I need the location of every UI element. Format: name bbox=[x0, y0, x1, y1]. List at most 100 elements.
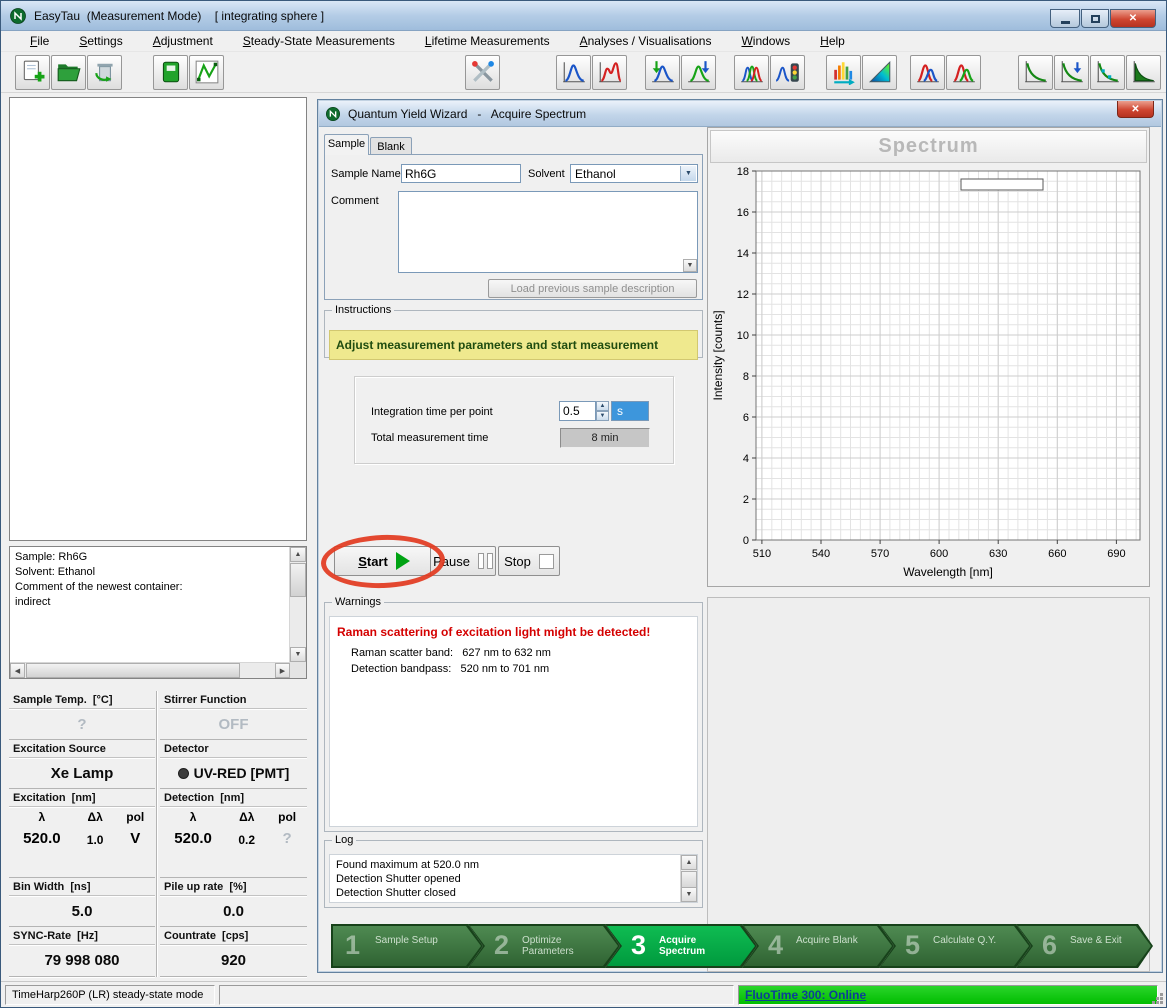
step-1-sample-setup[interactable]: 1 Sample Setup bbox=[331, 924, 483, 968]
excitation-lambda: 520.0 bbox=[9, 830, 75, 847]
anisotropy-red-green-button[interactable] bbox=[946, 55, 981, 90]
minimize-button[interactable] bbox=[1050, 9, 1080, 28]
log-title: Log bbox=[332, 834, 356, 846]
multi-spectra-button[interactable] bbox=[734, 55, 769, 90]
step-number: 2 bbox=[494, 930, 509, 961]
integration-time-stepper[interactable]: ▲ ▼ bbox=[596, 401, 609, 421]
pileup-panel: Pile up rate [%] 0.0 bbox=[160, 878, 307, 927]
menu-analyses[interactable]: Analyses / Visualisations bbox=[565, 32, 727, 50]
scroll-thumb[interactable] bbox=[26, 663, 240, 678]
sync-rate-value: 79 998 080 bbox=[9, 952, 155, 969]
resize-grip-icon[interactable] bbox=[1152, 993, 1164, 1005]
anisotropy-red-blue-button[interactable] bbox=[910, 55, 945, 90]
maximize-button[interactable] bbox=[1081, 9, 1109, 28]
spin-down-icon[interactable]: ▼ bbox=[596, 411, 609, 421]
scroll-down-icon[interactable]: ▼ bbox=[290, 647, 306, 662]
step-2-optimize-parameters[interactable]: 2 Optimize Parameters bbox=[468, 924, 620, 968]
decay-acquire-button[interactable] bbox=[1054, 55, 1089, 90]
wizard-close-button[interactable]: ✕ bbox=[1117, 101, 1154, 118]
comment-textarea[interactable] bbox=[398, 191, 698, 273]
menu-lifetime[interactable]: Lifetime Measurements bbox=[410, 32, 565, 50]
excitation-source-panel: Excitation Source Xe Lamp bbox=[9, 740, 155, 789]
step-4-acquire-blank[interactable]: 4 Acquire Blank bbox=[742, 924, 894, 968]
info-horizontal-scrollbar[interactable]: ◀ ▶ bbox=[10, 662, 290, 678]
pileup-label: Pile up rate [%] bbox=[160, 878, 307, 896]
svg-text:8: 8 bbox=[743, 371, 749, 383]
integration-unit-select[interactable]: s bbox=[611, 401, 649, 421]
gradient-map-button[interactable] bbox=[862, 55, 897, 90]
step-6-save-exit[interactable]: 6 Save & Exit bbox=[1016, 924, 1153, 968]
instructions-groupbox: Instructions Adjust measurement paramete… bbox=[324, 304, 703, 358]
comment-label: Comment bbox=[331, 195, 379, 207]
svg-text:630: 630 bbox=[989, 548, 1007, 560]
measurement-list[interactable] bbox=[9, 97, 307, 541]
tab-sample[interactable]: Sample bbox=[324, 134, 369, 155]
info-vertical-scrollbar[interactable]: ▲ ▼ bbox=[289, 547, 306, 662]
menu-settings[interactable]: Settings bbox=[64, 32, 137, 50]
gradient-map-icon bbox=[867, 59, 893, 85]
decay-curve-button[interactable] bbox=[1018, 55, 1053, 90]
solvent-select[interactable]: Ethanol ▼ bbox=[570, 164, 698, 183]
log-scrollbar[interactable]: ▲ ▼ bbox=[680, 855, 697, 902]
sample-name-input[interactable] bbox=[401, 164, 521, 183]
excitation-source-label: Excitation Source bbox=[9, 740, 155, 758]
scroll-right-icon[interactable]: ▶ bbox=[275, 663, 290, 678]
menu-steady-state[interactable]: Steady-State Measurements bbox=[228, 32, 410, 50]
scroll-up-icon[interactable]: ▲ bbox=[290, 547, 306, 562]
scroll-thumb[interactable] bbox=[290, 563, 306, 597]
menu-windows[interactable]: Windows bbox=[726, 32, 805, 50]
emission-spectrum-button[interactable] bbox=[592, 55, 627, 90]
comment-scroll-down-icon[interactable]: ▼ bbox=[683, 259, 697, 272]
svg-text:570: 570 bbox=[871, 548, 889, 560]
menu-adjustment[interactable]: Adjustment bbox=[138, 32, 228, 50]
wizard-titlebar: Quantum Yield Wizard - Acquire Spectrum … bbox=[319, 101, 1161, 127]
decay-filled-button[interactable] bbox=[1126, 55, 1161, 90]
detector-value: UV-RED [PMT] bbox=[194, 765, 290, 781]
step-3-acquire-spectrum[interactable]: 3 Acquire Spectrum bbox=[605, 924, 757, 968]
step-label: Acquire Blank bbox=[796, 935, 876, 946]
delete-button[interactable] bbox=[87, 55, 122, 90]
titlebar: EasyTau (Measurement Mode) [ integrating… bbox=[1, 1, 1166, 31]
integration-time-input[interactable] bbox=[559, 401, 596, 421]
excitation-spectrum-icon bbox=[561, 59, 587, 85]
step-5-calculate-qy[interactable]: 5 Calculate Q.Y. bbox=[879, 924, 1031, 968]
step-label: Optimize Parameters bbox=[522, 935, 602, 957]
anisotropy-red-green-icon bbox=[951, 59, 977, 85]
stop-icon bbox=[539, 554, 554, 569]
emission-scan-button[interactable] bbox=[681, 55, 716, 90]
parameters-panel: Integration time per point ▲ ▼ s Total m… bbox=[354, 376, 674, 464]
spectrum-chart-panel: Spectrum 5105405706006306606900246810121… bbox=[707, 127, 1150, 587]
decay-markers-button[interactable] bbox=[1090, 55, 1125, 90]
time-resolved-spectra-button[interactable] bbox=[826, 55, 861, 90]
adjustment-tools-button[interactable] bbox=[465, 55, 500, 90]
spin-up-icon[interactable]: ▲ bbox=[596, 401, 609, 411]
load-previous-sample-label: Load previous sample description bbox=[511, 283, 675, 295]
stop-button[interactable]: Stop bbox=[498, 546, 560, 576]
scroll-up-icon[interactable]: ▲ bbox=[681, 855, 697, 870]
warning-line: Raman scatter band: 627 nm to 632 nm bbox=[351, 645, 697, 661]
load-previous-sample-button[interactable]: Load previous sample description bbox=[488, 279, 697, 298]
detection-label: Detection [nm] bbox=[160, 789, 307, 807]
trace-editor-button[interactable] bbox=[189, 55, 224, 90]
log-line: Detection Shutter closed bbox=[330, 886, 697, 900]
new-measurement-button[interactable] bbox=[15, 55, 50, 90]
integration-time-label: Integration time per point bbox=[371, 406, 493, 418]
sample-changer-button[interactable] bbox=[153, 55, 188, 90]
svg-text:12: 12 bbox=[737, 289, 749, 301]
menu-help[interactable]: Help bbox=[805, 32, 860, 50]
chevron-down-icon[interactable]: ▼ bbox=[680, 166, 696, 181]
excitation-spectrum-button[interactable] bbox=[556, 55, 591, 90]
tab-blank[interactable]: Blank bbox=[370, 137, 412, 154]
svg-text:Wavelength [nm]: Wavelength [nm] bbox=[903, 565, 993, 579]
step-number: 1 bbox=[345, 930, 360, 961]
close-button[interactable]: ✕ bbox=[1110, 9, 1156, 28]
excitation-scan-button[interactable] bbox=[645, 55, 680, 90]
window-title: EasyTau (Measurement Mode) [ integrating… bbox=[34, 9, 324, 23]
countrate-label: Countrate [cps] bbox=[160, 927, 307, 945]
kinetics-traffic-light-button[interactable] bbox=[770, 55, 805, 90]
new-measurement-icon bbox=[20, 59, 46, 85]
open-folder-button[interactable] bbox=[51, 55, 86, 90]
menu-file[interactable]: File bbox=[15, 32, 64, 50]
scroll-left-icon[interactable]: ◀ bbox=[10, 663, 25, 678]
scroll-down-icon[interactable]: ▼ bbox=[681, 887, 697, 902]
